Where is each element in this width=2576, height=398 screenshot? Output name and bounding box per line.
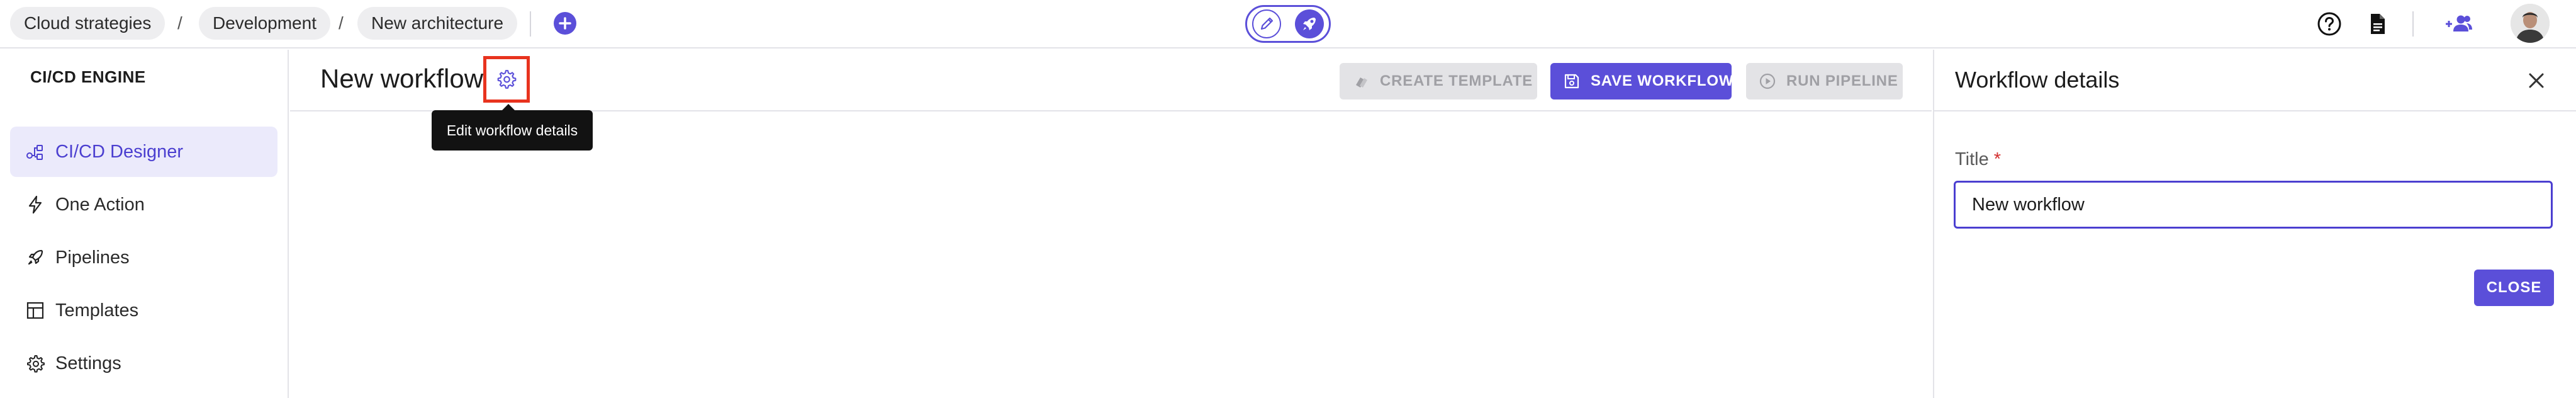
divider <box>530 11 531 37</box>
pencil-icon <box>1260 17 1274 30</box>
create-template-label: CREATE TEMPLATE <box>1380 72 1533 89</box>
sidebar-item-one-action[interactable]: One Action <box>10 179 277 230</box>
rocket-icon <box>1303 18 1316 30</box>
sidebar: CI/CD ENGINE CI/CD Designer One Action P… <box>0 50 289 398</box>
sidebar-item-label: CI/CD Designer <box>55 142 184 162</box>
breadcrumb-separator: / <box>339 13 344 33</box>
save-icon <box>1564 74 1579 89</box>
breadcrumb-item-cloud-strategies[interactable]: Cloud strategies <box>10 7 165 40</box>
required-mark: * <box>1993 149 2002 169</box>
rocket-icon <box>28 249 43 265</box>
user-avatar-icon <box>2511 4 2550 43</box>
run-mode-button[interactable] <box>1295 9 1324 38</box>
help-icon[interactable] <box>2316 10 2343 38</box>
title-input[interactable] <box>1954 181 2553 229</box>
avatar[interactable] <box>2511 4 2550 43</box>
sidebar-item-templates[interactable]: Templates <box>10 285 277 336</box>
workflow-details-panel: Workflow details Title * CLOSE <box>1933 50 2576 398</box>
breadcrumb-item-development[interactable]: Development <box>199 7 330 40</box>
save-workflow-button[interactable]: SAVE WORKFLOW <box>1550 63 1734 100</box>
top-bar: Cloud strategies / Development / New arc… <box>0 0 2576 48</box>
bolt-icon <box>28 195 42 214</box>
sidebar-item-pipelines[interactable]: Pipelines <box>10 232 277 283</box>
sidebar-item-label: Pipelines <box>55 247 130 268</box>
template-stack-icon <box>1356 77 1367 88</box>
save-workflow-label: SAVE WORKFLOW <box>1591 72 1734 89</box>
close-panel-button[interactable] <box>2526 70 2547 91</box>
sidebar-item-label: One Action <box>55 195 145 215</box>
workflow-canvas[interactable] <box>290 111 1932 398</box>
panel-header: Workflow details <box>1934 50 2576 111</box>
panel-title: Workflow details <box>1955 67 2120 93</box>
close-icon <box>2529 73 2544 88</box>
title-label-text: Title <box>1955 149 1989 169</box>
mode-switch[interactable] <box>1245 5 1331 43</box>
title-field-label: Title * <box>1955 149 2001 170</box>
sidebar-item-settings[interactable]: Settings <box>10 338 277 389</box>
play-circle-icon <box>1759 73 1776 89</box>
gear-icon <box>497 70 517 89</box>
create-template-button[interactable]: CREATE TEMPLATE <box>1340 63 1537 100</box>
add-breadcrumb-button[interactable] <box>554 12 576 35</box>
breadcrumb-item-new-architecture[interactable]: New architecture <box>357 7 518 40</box>
plus-icon <box>559 17 571 30</box>
run-pipeline-button[interactable]: RUN PIPELINE <box>1746 63 1903 100</box>
edit-mode-button[interactable] <box>1252 9 1281 38</box>
template-icon <box>26 302 44 319</box>
document-icon[interactable] <box>2363 10 2391 38</box>
app-title: CI/CD ENGINE <box>30 67 146 86</box>
divider <box>2412 11 2414 37</box>
run-pipeline-label: RUN PIPELINE <box>1786 72 1898 89</box>
workflow-header: New workflow CREATE TEMPLATE SAVE WORKFL… <box>290 50 1932 111</box>
breadcrumb-separator: / <box>177 13 182 33</box>
close-button[interactable]: CLOSE <box>2474 270 2554 306</box>
edit-workflow-details-button[interactable] <box>483 56 530 103</box>
sidebar-item-label: Templates <box>55 300 139 321</box>
designer-icon <box>26 145 43 160</box>
sidebar-item-label: Settings <box>55 353 121 373</box>
people-icon[interactable] <box>2443 10 2475 38</box>
page-title: New workflow <box>320 64 484 93</box>
gear-icon <box>27 355 45 373</box>
sidebar-item-cicd-designer[interactable]: CI/CD Designer <box>10 127 277 177</box>
